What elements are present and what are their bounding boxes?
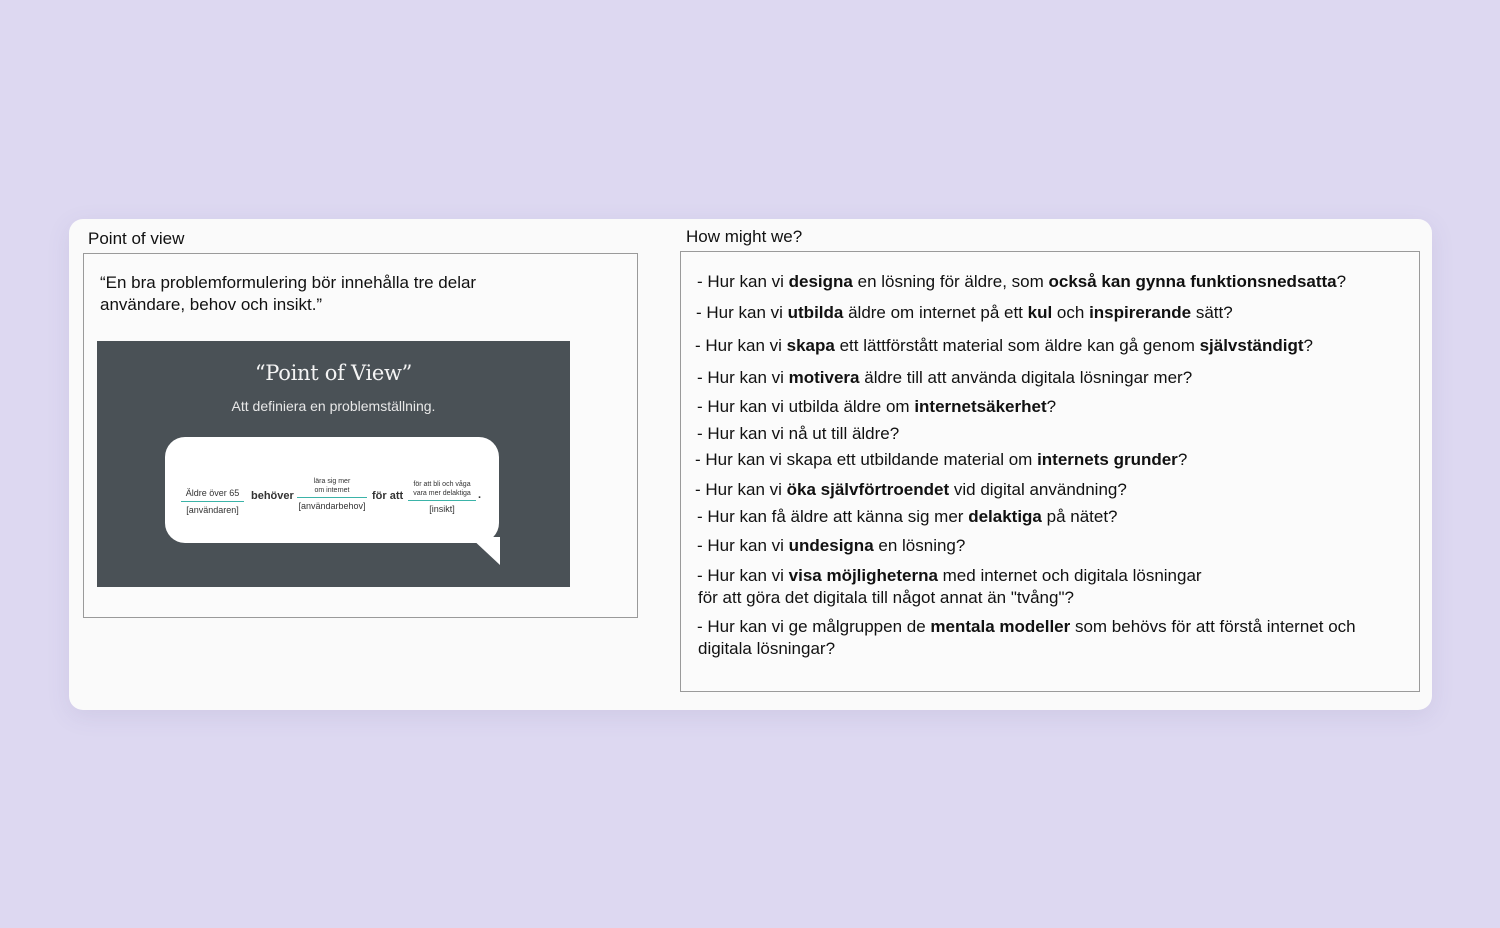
user-slot: Äldre över 65 [användaren] (181, 488, 244, 515)
hmw-item-text: en lösning för äldre, som (852, 272, 1049, 291)
hmw-item-emphasis: internets grunder (1037, 450, 1178, 469)
hmw-item-text: ? (1177, 450, 1188, 469)
hmw-item: - Hur kan vi skapa ett lättförstått mate… (695, 335, 1313, 357)
user-underline (181, 501, 244, 502)
hmw-item-emphasis: inspirerande (1089, 303, 1192, 322)
slide-subtitle: Att definiera en problemställning. (231, 398, 436, 414)
insight-slot: för att bli och våga vara mer delaktiga … (408, 480, 476, 514)
hmw-item-text: - Hur kan vi nå ut till äldre? (697, 424, 900, 443)
hmw-item-emphasis: också kan gynna funktionsnedsatta (1048, 272, 1337, 291)
hmw-item-text: - Hur kan vi (697, 272, 789, 291)
hmw-item-text: äldre om internet på ett (843, 303, 1028, 322)
for-word: för att (372, 490, 404, 502)
need-caption: [användarbehov] (298, 501, 366, 511)
hmw-item-text: ? (1046, 397, 1057, 416)
speech-bubble-tail (470, 537, 500, 565)
hmw-item: - Hur kan få äldre att känna sig mer del… (697, 506, 1118, 528)
needs-word: behöver (251, 490, 294, 502)
hmw-item-text: ? (1303, 336, 1313, 355)
hmw-item-text: - Hur kan vi (696, 303, 788, 322)
hmw-item-text: äldre till att använda digitala lösninga… (859, 368, 1193, 387)
hmw-item: - Hur kan vi ge målgruppen de mentala mo… (697, 616, 1356, 638)
hmw-item-text: sätt? (1191, 303, 1233, 322)
board-card: Point of view “En bra problemformulering… (69, 219, 1432, 710)
pov-slide-image: “Point of View” Att definiera en problem… (97, 341, 570, 587)
hmw-item-emphasis: öka självförtroendet (786, 480, 950, 499)
hmw-section-label: How might we? (686, 227, 803, 246)
hmw-item: - Hur kan vi visa möjligheterna med inte… (697, 565, 1202, 587)
need-slot: lära sig mer om internet [användarbehov] (297, 477, 367, 511)
pov-quote-line-1: “En bra problemformulering bör innehålla… (100, 273, 477, 292)
hmw-list: - Hur kan vi designa en lösning för äldr… (681, 252, 1419, 692)
speech-bubble: Äldre över 65 [användaren] behöver lära … (165, 437, 499, 543)
hmw-item: - Hur kan vi utbilda äldre om internet p… (696, 302, 1233, 324)
user-caption: [användaren] (186, 505, 239, 515)
hmw-item-text: digitala lösningar? (698, 639, 836, 658)
hmw-item: - Hur kan vi motivera äldre till att anv… (697, 367, 1192, 389)
insight-value-line-1: för att bli och våga (413, 481, 471, 488)
hmw-item-text: som behövs för att förstå internet och (1070, 617, 1356, 636)
hmw-item-text: med internet och digitala lösningar (937, 566, 1202, 585)
insight-value-line-2: vara mer delaktiga (413, 490, 471, 497)
need-value-line-1: lära sig mer (313, 478, 351, 485)
hmw-item-emphasis: undesigna (788, 536, 874, 555)
hmw-item: - Hur kan vi utbilda äldre om internetsä… (697, 396, 1056, 418)
need-underline (297, 497, 367, 498)
hmw-item-text: och (1052, 303, 1090, 322)
hmw-item: för att göra det digitala till något ann… (698, 587, 1074, 609)
hmw-item: - Hur kan vi undesigna en lösning? (697, 535, 965, 557)
user-value: Äldre över 65 (185, 488, 240, 498)
hmw-item-text: ? (1336, 272, 1347, 291)
slide-title: “Point of View” (254, 361, 413, 385)
hmw-item: digitala lösningar? (698, 638, 835, 660)
insight-caption: [insikt] (429, 504, 455, 514)
hmw-item-text: - Hur kan få äldre att känna sig mer (697, 507, 969, 526)
hmw-panel[interactable]: - Hur kan vi designa en lösning för äldr… (680, 251, 1420, 692)
pov-quote-line-2: användare, behov och insikt.” (100, 295, 323, 314)
hmw-item: - Hur kan vi designa en lösning för äldr… (697, 271, 1346, 293)
hmw-item-text: - Hur kan vi ge målgruppen de (697, 617, 931, 636)
hmw-item-text: på nätet? (1041, 507, 1118, 526)
hmw-item-text: - Hur kan vi (697, 368, 789, 387)
hmw-item-emphasis: visa möjligheterna (788, 566, 938, 585)
hmw-item-emphasis: kul (1027, 303, 1053, 322)
hmw-item-emphasis: självständigt (1199, 336, 1304, 355)
hmw-item: - Hur kan vi skapa ett utbildande materi… (695, 449, 1187, 471)
hmw-item-text: - Hur kan vi utbilda äldre om (697, 397, 915, 416)
hmw-item: - Hur kan vi nå ut till äldre? (697, 423, 899, 445)
hmw-item-text: för att göra det digitala till något ann… (698, 588, 1074, 607)
pov-panel[interactable]: “En bra problemformulering bör innehålla… (83, 253, 638, 618)
hmw-item-text: - Hur kan vi (695, 336, 787, 355)
sentence-period: . (478, 489, 482, 501)
hmw-item-emphasis: motivera (788, 368, 860, 387)
pov-section-label: Point of view (88, 229, 185, 248)
hmw-item-emphasis: internetsäkerhet (914, 397, 1047, 416)
hmw-item-text: - Hur kan vi (697, 536, 789, 555)
hmw-item-text: en lösning? (873, 536, 966, 555)
hmw-item-emphasis: mentala modeller (930, 617, 1071, 636)
hmw-item: - Hur kan vi öka självförtroendet vid di… (695, 479, 1127, 501)
hmw-item-text: vid digital användning? (949, 480, 1127, 499)
insight-underline (408, 500, 476, 501)
hmw-item-text: - Hur kan vi (695, 480, 787, 499)
hmw-item-emphasis: designa (788, 272, 853, 291)
hmw-item-emphasis: utbilda (787, 303, 844, 322)
hmw-item-text: ett lättförstått material som äldre kan … (834, 336, 1200, 355)
hmw-item-text: - Hur kan vi skapa ett utbildande materi… (695, 450, 1038, 469)
hmw-item-text: - Hur kan vi (697, 566, 789, 585)
need-value-line-2: om internet (314, 487, 350, 494)
hmw-item-emphasis: skapa (786, 336, 835, 355)
pov-quote: “En bra problemformulering bör innehålla… (100, 272, 580, 316)
hmw-item-emphasis: delaktiga (968, 507, 1042, 526)
